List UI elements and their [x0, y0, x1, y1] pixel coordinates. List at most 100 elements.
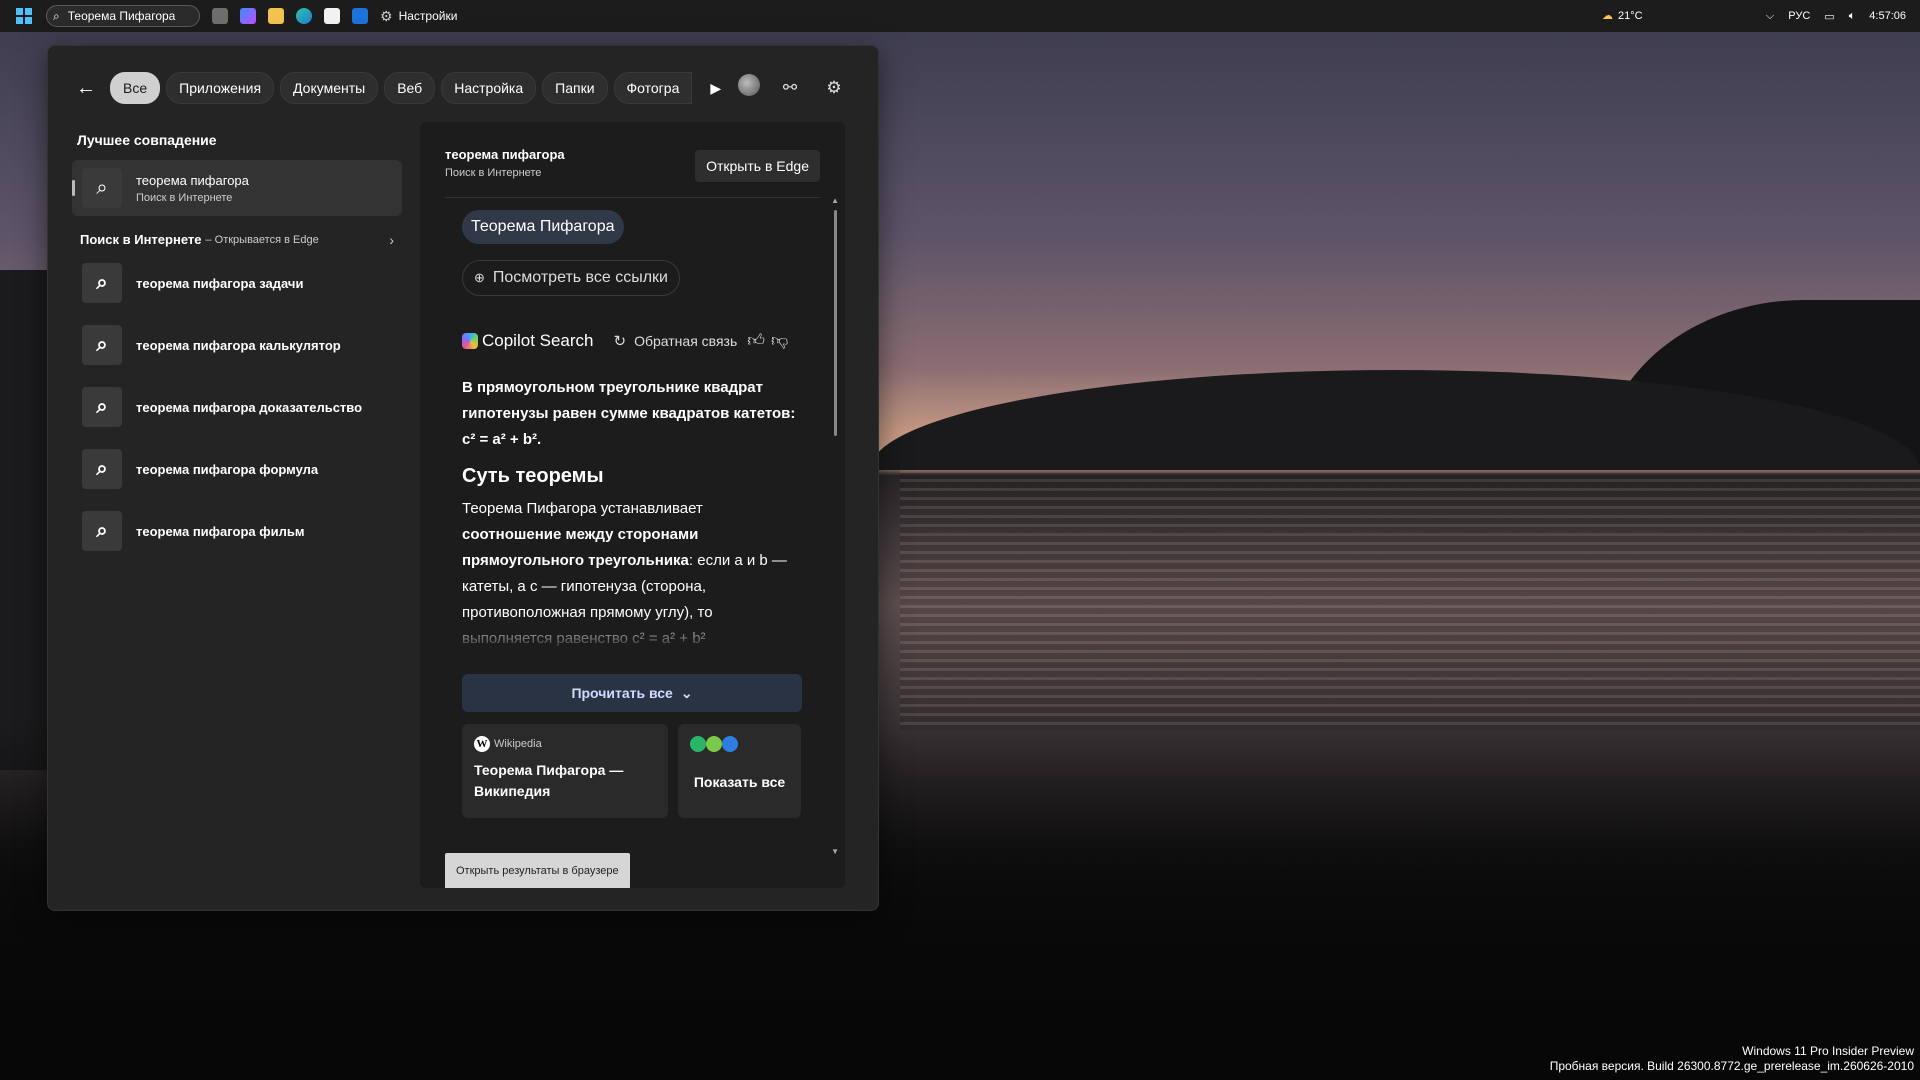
watermark-line1: Windows 11 Pro Insider Preview	[1742, 1044, 1914, 1058]
search-icon: ⌕	[53, 8, 60, 23]
chevron-down-icon: ⌄	[680, 684, 693, 701]
play-arrow-icon[interactable]: ▶	[710, 80, 721, 97]
feedback-button[interactable]: ↻ Обратная связь	[614, 332, 738, 350]
start-icon[interactable]	[16, 8, 32, 24]
preview-content: Теорема Пифагора ⊕ Посмотреть все ссылки…	[462, 210, 802, 818]
search-icon: ⌕	[82, 325, 122, 365]
source-favicons	[690, 736, 789, 752]
best-match-title: теорема пифагора	[136, 172, 249, 188]
clock[interactable]: 4:57:06	[1869, 10, 1906, 22]
answer-body-part1: Теорема Пифагора устанавливает	[462, 500, 703, 517]
suggestion-prefix: теорема пифагора	[136, 461, 260, 477]
wiki-source: W Wikipedia	[474, 736, 656, 752]
build-watermark: Windows 11 Pro Insider Preview Пробная в…	[1550, 1044, 1914, 1074]
open-in-edge-button[interactable]: Открыть в Edge	[695, 150, 820, 182]
file-explorer-icon[interactable]	[268, 8, 284, 24]
outlook-icon[interactable]	[352, 8, 368, 24]
gear-icon: ⚙	[380, 7, 393, 24]
open-in-browser-button[interactable]: Открыть результаты в браузере	[445, 853, 630, 888]
suggestion-bold: задачи	[259, 275, 304, 291]
taskbar-settings-app[interactable]: ⚙ Настройки	[380, 8, 457, 25]
avatar[interactable]	[738, 74, 760, 96]
suggestion-bold: калькулятор	[259, 337, 341, 353]
favicon-icon	[706, 736, 722, 752]
suggestion-bold: фильм	[259, 523, 305, 539]
language-indicator[interactable]: РУС	[1788, 10, 1810, 22]
copilot-row: Copilot Search ↻ Обратная связь 👍︎ 👎︎	[462, 330, 802, 351]
filter-web[interactable]: Веб	[384, 72, 436, 104]
network-icon[interactable]: ▭	[1824, 10, 1834, 23]
suggestion-item[interactable]: ⌕ теорема пифагора задачи	[72, 257, 402, 309]
read-all-label: Прочитать все	[571, 685, 673, 701]
taskbar-search-box[interactable]: ⌕	[46, 5, 200, 27]
wikipedia-icon: W	[474, 736, 490, 752]
filter-bar: ← Все Приложения Документы Веб Настройка…	[72, 70, 854, 106]
volume-icon[interactable]: 🔈︎	[1849, 10, 1856, 23]
feedback-icon: ↻	[613, 332, 627, 350]
wiki-title: Теорема Пифагора — Википедия	[474, 762, 624, 799]
preview-pane: теорема пифагора Поиск в Интернете Откры…	[420, 122, 845, 888]
web-search-title: Поиск в Интернете	[80, 232, 202, 247]
filter-settings[interactable]: Настройка	[441, 72, 537, 104]
back-arrow-icon[interactable]: ←	[72, 74, 100, 102]
selection-indicator	[72, 180, 75, 196]
suggestion-prefix: теорема пифагора	[136, 275, 260, 291]
wikipedia-card[interactable]: W Wikipedia Теорема Пифагора — Википедия	[462, 724, 668, 818]
share-nodes-icon[interactable]: ⚯	[776, 74, 804, 102]
globe-icon: ⊕	[474, 270, 485, 285]
task-view-icon[interactable]	[212, 8, 228, 24]
scroll-up-arrow-icon[interactable]: ▲	[831, 196, 839, 205]
search-icon: ⌕	[82, 449, 122, 489]
suggestion-item[interactable]: ⌕ теорема пифагора формула	[72, 443, 402, 495]
chevron-up-icon[interactable]: ⌵	[1766, 10, 1774, 23]
system-tray: ⌵ РУС ▭ 🔈︎ 4:57:06	[1766, 0, 1920, 32]
store-icon[interactable]	[324, 8, 340, 24]
filter-apps[interactable]: Приложения	[166, 72, 275, 104]
scroll-down-arrow-icon[interactable]: ▼	[831, 847, 839, 856]
scrollbar-thumb[interactable]	[834, 210, 837, 436]
search-icon: ⌕	[82, 387, 122, 427]
suggestion-item[interactable]: ⌕ теорема пифагора доказательство	[72, 381, 402, 433]
favicon-icon	[722, 736, 738, 752]
filter-all[interactable]: Все	[110, 72, 161, 104]
suggestion-prefix: теорема пифагора	[136, 337, 260, 353]
answer-lead: В прямоугольном треугольнике квадрат гип…	[462, 379, 796, 448]
answer-heading: Суть теоремы	[462, 465, 604, 487]
answer-body: Теорема Пифагора устанавливает соотношен…	[462, 496, 802, 652]
best-match-item[interactable]: ⌕ теорема пифагора Поиск в Интернете	[72, 160, 402, 216]
show-all-card[interactable]: Показать все	[678, 724, 801, 818]
filter-photos[interactable]: Фотогра	[613, 72, 693, 104]
search-icon: ⌕	[82, 168, 122, 208]
copilot-icon[interactable]	[240, 8, 256, 24]
best-match-subtitle: Поиск в Интернете	[136, 191, 233, 204]
thumbs-up-icon[interactable]: 👍︎	[747, 330, 765, 351]
answer-body-bold: соотношение между сторонами прямоугольно…	[462, 526, 699, 569]
taskbar-settings-label: Настройки	[398, 9, 458, 23]
web-search-subtitle: – Открывается в Edge	[205, 233, 319, 246]
watermark-line2: Пробная версия. Build 26300.8772.ge_prer…	[1549, 1059, 1914, 1073]
query-pill[interactable]: Теорема Пифагора	[462, 210, 624, 244]
chevron-right-icon: ›	[389, 231, 394, 248]
thumbs-down-icon[interactable]: 👎︎	[771, 330, 788, 351]
filter-documents[interactable]: Документы	[280, 72, 379, 104]
weather-temp: 21°C	[1618, 9, 1643, 22]
web-search-header[interactable]: Поиск в Интернете – Открывается в Edge ›	[80, 231, 402, 248]
suggestion-bold: доказательство	[259, 399, 363, 415]
best-match-heading: Лучшее совпадение	[77, 132, 217, 148]
view-all-links-label: Посмотреть все ссылки	[492, 269, 668, 286]
suggestion-item[interactable]: ⌕ теорема пифагора фильм	[72, 505, 402, 557]
favicon-icon	[690, 736, 706, 752]
read-all-button[interactable]: Прочитать все ⌄	[462, 674, 802, 712]
taskbar-search-input[interactable]	[65, 8, 180, 24]
wiki-source-label: Wikipedia	[494, 738, 542, 750]
suggestion-bold: формула	[259, 461, 319, 477]
view-all-links-button[interactable]: ⊕ Посмотреть все ссылки	[462, 260, 680, 296]
weather-widget[interactable]: ☁ 21°C	[1602, 9, 1643, 23]
search-icon: ⌕	[82, 511, 122, 551]
filter-folders[interactable]: Папки	[542, 72, 608, 104]
edge-icon[interactable]	[296, 8, 312, 24]
results-list: Лучшее совпадение ⌕ теорема пифагора Пои…	[72, 132, 402, 557]
suggestion-item[interactable]: ⌕ теорема пифагора калькулятор	[72, 319, 402, 371]
gear-icon[interactable]: ⚙	[820, 74, 848, 102]
answer-fade	[462, 616, 802, 652]
